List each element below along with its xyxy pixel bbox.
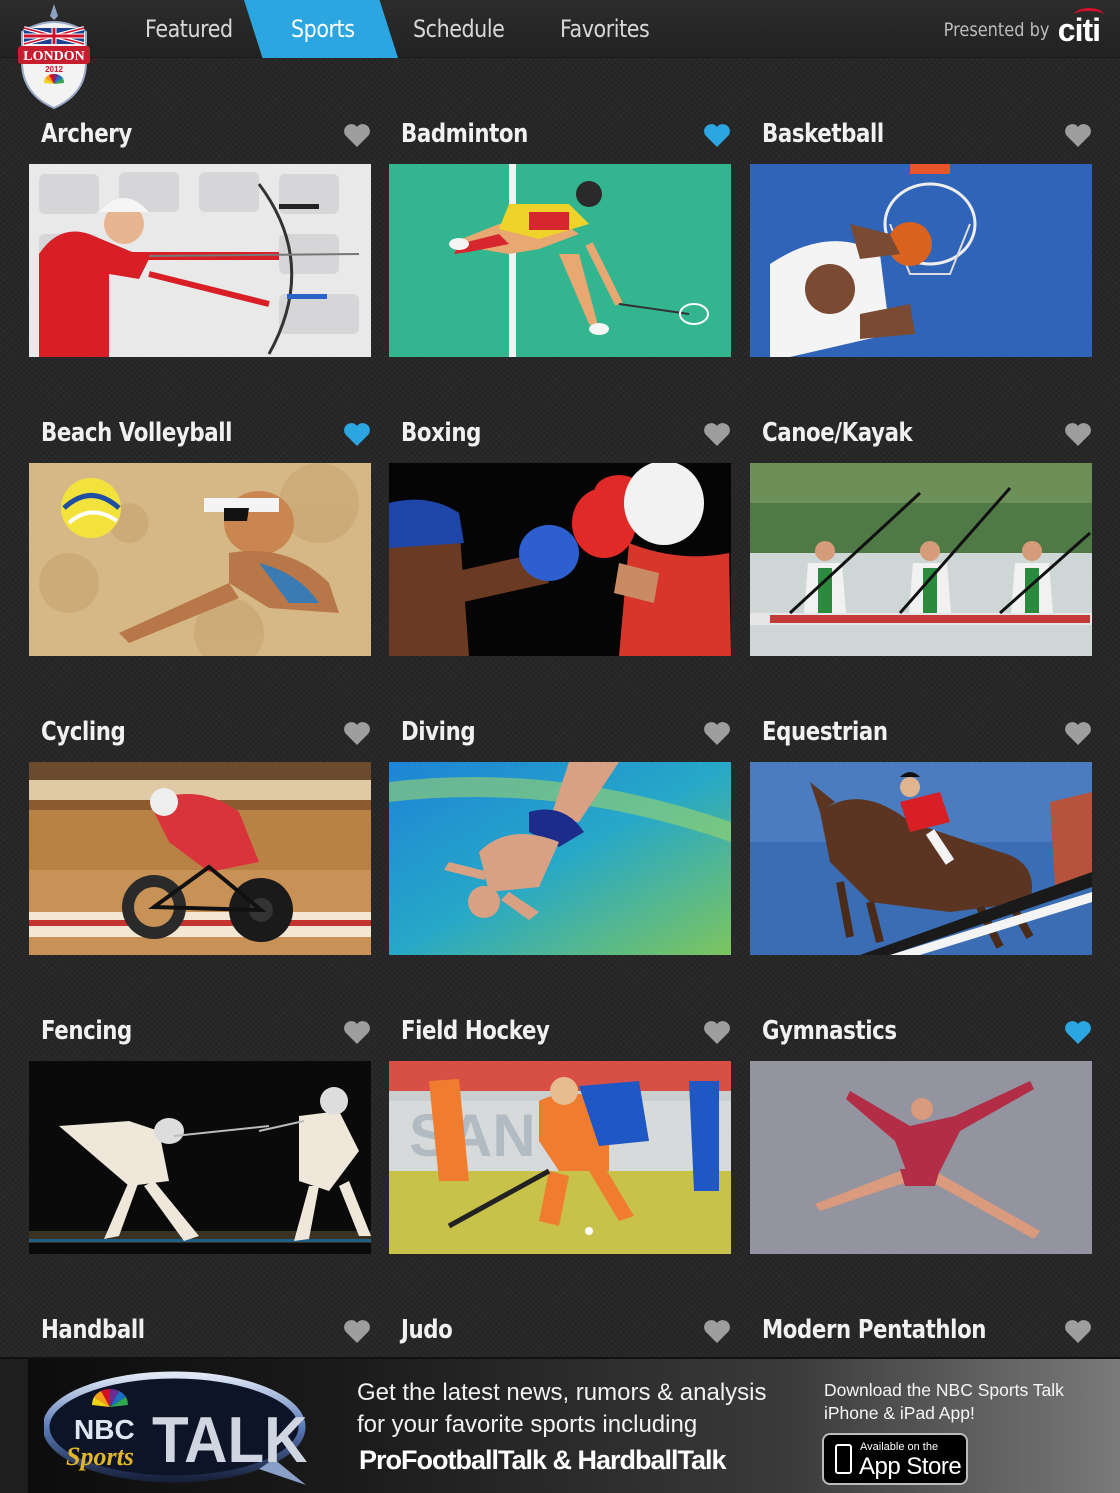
sport-tile-field-hockey[interactable]: Field Hockey SAN [389, 1011, 731, 1261]
favorite-heart-icon[interactable] [703, 421, 731, 447]
sponsor-credit: Presented by citi [925, 7, 1104, 50]
banner-line-2: for your favorite sports including [357, 1411, 698, 1438]
nbc-sports-talk-logo: NBC Sports TALK [44, 1371, 307, 1485]
download-line-1: Download the NBC Sports Talk [824, 1380, 1064, 1400]
sport-photo[interactable] [750, 463, 1092, 656]
favorite-heart-icon[interactable] [343, 720, 371, 746]
favorite-heart-icon[interactable] [703, 1318, 731, 1344]
presented-by-label: Presented by [944, 19, 1050, 41]
sport-tile-beach-volleyball[interactable]: Beach Volleyball [29, 413, 371, 663]
banner-headline: ProFootballTalk & HardballTalk [359, 1445, 727, 1475]
banner-tagline: Get the latest news, rumors & analysis f… [357, 1377, 797, 1441]
nbc-sports-talk-banner[interactable]: NBC Sports TALK Get the latest news, rum… [0, 1357, 1120, 1493]
sport-tile-canoe-kayak[interactable]: Canoe/Kayak [750, 413, 1092, 663]
sport-title: Badminton [401, 119, 528, 149]
favorite-heart-icon[interactable] [1064, 1019, 1092, 1045]
favorite-heart-icon[interactable] [343, 1019, 371, 1045]
sport-tile-boxing[interactable]: Boxing [389, 413, 731, 663]
sport-photo[interactable] [750, 1061, 1092, 1254]
favorite-heart-icon[interactable] [1064, 122, 1092, 148]
sport-photo[interactable] [750, 762, 1092, 955]
sport-title: Boxing [401, 418, 481, 448]
favorite-heart-icon[interactable] [343, 1318, 371, 1344]
sport-tile-diving[interactable]: Diving [389, 712, 731, 962]
sport-photo[interactable]: SAN [389, 1061, 731, 1254]
sport-title: Canoe/Kayak [762, 418, 913, 448]
sport-tile-gymnastics[interactable]: Gymnastics [750, 1011, 1092, 1261]
sport-title: Handball [41, 1315, 145, 1345]
sport-tile-badminton[interactable]: Badminton [389, 114, 731, 364]
citi-arc-icon [1073, 7, 1104, 22]
sport-title: Fencing [41, 1016, 132, 1046]
sport-photo[interactable] [29, 1061, 371, 1254]
sport-photo[interactable] [389, 164, 731, 357]
sport-title: Field Hockey [401, 1016, 550, 1046]
logo-text-year: 2012 [45, 65, 63, 74]
london-2012-logo[interactable]: LONDON 2012 [14, 2, 94, 110]
favorite-heart-icon[interactable] [343, 122, 371, 148]
sport-tile-basketball[interactable]: Basketball [750, 114, 1092, 364]
sport-photo[interactable] [29, 463, 371, 656]
tab-schedule[interactable]: Schedule [413, 0, 505, 58]
sport-title: Diving [401, 717, 476, 747]
favorite-heart-icon[interactable] [703, 122, 731, 148]
sport-photo[interactable] [389, 762, 731, 955]
favorite-heart-icon[interactable] [1064, 421, 1092, 447]
favorite-heart-icon[interactable] [343, 421, 371, 447]
tab-featured[interactable]: Featured [145, 0, 233, 58]
favorite-heart-icon[interactable] [1064, 720, 1092, 746]
tab-sports[interactable]: Sports [291, 0, 355, 58]
favorite-heart-icon[interactable] [1064, 1318, 1092, 1344]
sport-title: Equestrian [762, 717, 888, 747]
sport-tile-handball[interactable]: Handball [29, 1310, 371, 1358]
sport-title: Basketball [762, 119, 884, 149]
sport-title: Beach Volleyball [41, 418, 232, 448]
svg-text:SAN: SAN [409, 1102, 536, 1169]
sport-title: Archery [41, 119, 132, 149]
sport-photo[interactable] [29, 762, 371, 955]
sport-photo[interactable] [750, 164, 1092, 357]
banner-edge [0, 1359, 28, 1493]
sport-photo[interactable] [29, 164, 371, 357]
sport-title: Judo [401, 1315, 453, 1345]
sport-tile-equestrian[interactable]: Equestrian [750, 712, 1092, 962]
tab-favorites[interactable]: Favorites [560, 0, 650, 58]
sport-title: Modern Pentathlon [762, 1315, 987, 1345]
sport-title: Gymnastics [762, 1016, 897, 1046]
sport-title: Cycling [41, 717, 126, 747]
citi-logo: citi [1058, 7, 1104, 49]
logo-talk-text: TALK [152, 1404, 307, 1477]
download-prompt: Download the NBC Sports Talk iPhone & iP… [824, 1379, 1094, 1425]
sport-tile-archery[interactable]: Archery [29, 114, 371, 364]
app-store-small-label: Available on the [860, 1441, 939, 1453]
logo-nbc-text: NBC [74, 1414, 135, 1445]
sport-tile-modern-pentathlon[interactable]: Modern Pentathlon [750, 1310, 1092, 1358]
sport-photo[interactable] [389, 463, 731, 656]
iphone-icon [835, 1444, 852, 1474]
favorite-heart-icon[interactable] [703, 720, 731, 746]
app-store-label: App Store [859, 1453, 962, 1480]
app-store-button[interactable]: Available on the App Store [822, 1433, 968, 1485]
logo-text-london: LONDON [23, 49, 84, 64]
sport-tile-judo[interactable]: Judo [389, 1310, 731, 1358]
sport-tile-fencing[interactable]: Fencing [29, 1011, 371, 1261]
sport-tile-cycling[interactable]: Cycling [29, 712, 371, 962]
favorite-heart-icon[interactable] [703, 1019, 731, 1045]
banner-line-1: Get the latest news, rumors & analysis [357, 1379, 767, 1406]
download-line-2: iPhone & iPad App! [824, 1403, 975, 1423]
top-nav-bar: Featured Sports Schedule Favorites Prese… [0, 0, 1120, 58]
logo-sports-text: Sports [66, 1442, 134, 1471]
